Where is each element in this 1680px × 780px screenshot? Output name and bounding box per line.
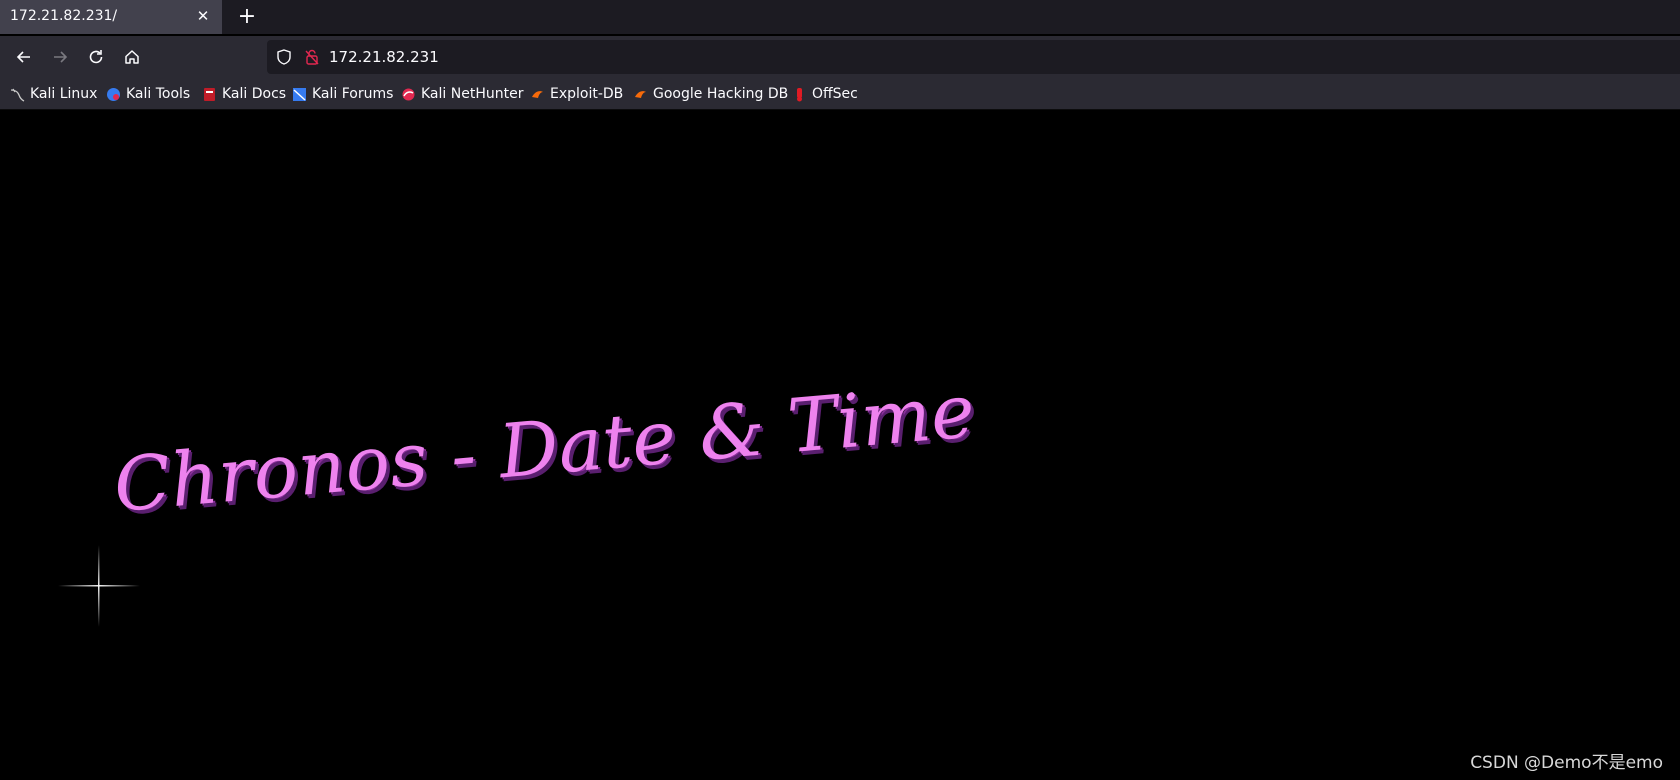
- arrow-right-icon[interactable]: [47, 44, 73, 70]
- address-bar[interactable]: 172.21.82.231: [267, 40, 1680, 74]
- kali-dragon-icon: [10, 87, 25, 102]
- insecure-lock-icon[interactable]: [303, 48, 321, 66]
- bookmark-label: Google Hacking DB: [653, 86, 789, 102]
- bookmark-label: Kali Forums: [312, 86, 394, 102]
- bookmark-label: Kali NetHunter: [421, 86, 524, 102]
- arrow-left-icon[interactable]: [11, 44, 37, 70]
- bookmark-offsec[interactable]: OffSec: [792, 84, 858, 104]
- bookmark-label: Exploit-DB: [550, 86, 624, 102]
- bookmark-exploit-db[interactable]: Exploit-DB: [530, 84, 623, 104]
- offsec-icon: [792, 87, 807, 102]
- bookmark-kali-forums[interactable]: Kali Forums: [292, 84, 393, 104]
- bookmark-label: Kali Tools: [126, 86, 191, 102]
- ghdb-icon: [633, 87, 648, 102]
- bookmark-google-hacking-db[interactable]: Google Hacking DB: [633, 84, 788, 104]
- kali-tools-icon: [106, 87, 121, 102]
- exploit-db-icon: [530, 87, 545, 102]
- bookmark-kali-linux[interactable]: Kali Linux: [10, 84, 97, 104]
- bookmark-label: Kali Docs: [222, 86, 287, 102]
- navigation-toolbar: 172.21.82.231: [0, 36, 1680, 78]
- bookmark-kali-nethunter[interactable]: Kali NetHunter: [401, 84, 523, 104]
- nethunter-icon: [401, 87, 416, 102]
- active-tab[interactable]: 172.21.82.231/ ✕: [0, 0, 222, 34]
- kali-docs-icon: [202, 87, 217, 102]
- tab-strip: 172.21.82.231/ ✕ +: [0, 0, 1680, 34]
- bookmark-kali-tools[interactable]: Kali Tools: [106, 84, 190, 104]
- url-text[interactable]: 172.21.82.231: [329, 48, 439, 66]
- bookmarks-toolbar: Kali Linux Kali Tools Kali Docs Kali For…: [0, 78, 1680, 110]
- close-icon[interactable]: ✕: [194, 7, 212, 25]
- page-content: Chronos - Date & Time CSDN @Demo不是emo: [0, 110, 1680, 780]
- page-headline: Chronos - Date & Time: [110, 368, 979, 529]
- kali-forums-icon: [292, 87, 307, 102]
- bookmark-kali-docs[interactable]: Kali Docs: [202, 84, 286, 104]
- bookmark-label: OffSec: [812, 86, 858, 102]
- bookmark-label: Kali Linux: [30, 86, 98, 102]
- home-icon[interactable]: [119, 44, 145, 70]
- watermark: CSDN @Demo不是emo: [1470, 753, 1663, 773]
- shield-icon[interactable]: [275, 48, 293, 66]
- tab-title: 172.21.82.231/: [10, 8, 118, 24]
- plus-icon[interactable]: +: [234, 4, 260, 30]
- reload-icon[interactable]: [83, 44, 109, 70]
- sparkle-icon: [58, 545, 140, 627]
